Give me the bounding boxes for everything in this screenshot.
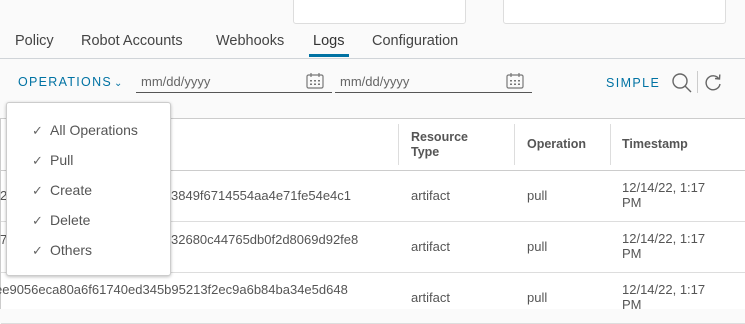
operations-dropdown-menu: ✓ All Operations ✓ Pull ✓ Create ✓ Delete ✓ O… [6,102,171,276]
summary-card-left [293,0,466,24]
menu-item-label: Pull [50,152,74,168]
menu-item-label: Create [50,182,93,198]
checkmark-icon: ✓ [32,243,43,258]
table-row: ee9056eca80a6f61740ed345b95213f2ec9a6b84… [0,273,745,324]
column-divider [610,124,611,165]
menu-item-pull[interactable]: ✓ Pull [32,152,73,169]
tab-webhooks[interactable]: Webhooks [216,33,284,49]
column-header-resource-type[interactable]: Resource Type [411,130,481,160]
checkmark-icon: ✓ [32,123,43,138]
cell-resource-type: artifact [411,239,451,254]
column-header-operation[interactable]: Operation [527,137,586,152]
menu-item-create[interactable]: ✓ Create [32,182,92,199]
calendar-icon[interactable] [506,72,524,89]
checkmark-icon: ✓ [32,183,43,198]
project-tabs: Policy Robot Accounts Webhooks Logs Conf… [0,30,745,59]
operations-label: OPERATIONS [18,75,113,89]
menu-item-label: All Operations [50,122,138,138]
menu-item-all-operations[interactable]: ✓ All Operations [32,122,138,139]
menu-item-others[interactable]: ✓ Others [32,242,92,259]
end-date-placeholder: mm/dd/yyyy [340,74,410,89]
search-icon[interactable] [671,72,693,94]
cell-resource-type: artifact [411,290,451,305]
checkmark-icon: ✓ [32,153,43,168]
checkmark-icon: ✓ [32,213,43,228]
menu-item-label: Delete [50,212,91,228]
cell-resource-id: ee9056eca80a6f61740ed345b95213f2ec9a6b84… [0,282,348,297]
tab-robot-accounts[interactable]: Robot Accounts [81,33,183,49]
cell-operation: pull [527,188,548,203]
simple-search-toggle[interactable]: SIMPLE [606,76,660,90]
summary-card-right [503,0,726,24]
cell-operation: pull [527,239,548,254]
active-tab-indicator [309,54,349,57]
cell-resource-id: 3849f6714554aa4e71fe54e4c1 [171,188,352,203]
toolbar-divider [697,71,698,93]
cell-timestamp: 12/14/22, 1:17 PM [622,180,706,210]
cell-timestamp: 12/14/22, 1:17 PM [622,282,706,312]
column-divider [514,124,515,165]
end-date-field[interactable]: mm/dd/yyyy [335,70,532,93]
cell-resource-type: artifact [411,188,451,203]
tab-logs[interactable]: Logs [313,33,344,49]
log-filter-bar: OPERATIONS ⌄ mm/dd/yyyy mm/dd/yyyy SIMPLE [0,66,745,102]
tab-configuration[interactable]: Configuration [372,33,458,49]
refresh-icon[interactable] [702,72,724,94]
cell-resource-id: 32680c44765db0f2d8069d92fe8 [171,232,359,247]
start-date-placeholder: mm/dd/yyyy [141,74,211,89]
column-header-timestamp[interactable]: Timestamp [622,137,688,152]
tab-policy[interactable]: Policy [15,33,54,49]
chevron-down-icon: ⌄ [114,78,124,89]
menu-item-delete[interactable]: ✓ Delete [32,212,90,229]
cell-timestamp: 12/14/22, 1:17 PM [622,231,706,261]
menu-item-label: Others [50,242,93,258]
start-date-field[interactable]: mm/dd/yyyy [136,70,332,93]
cell-operation: pull [527,290,548,305]
column-divider [398,124,399,165]
calendar-icon[interactable] [306,72,324,89]
operations-dropdown-button[interactable]: OPERATIONS ⌄ [18,75,124,89]
